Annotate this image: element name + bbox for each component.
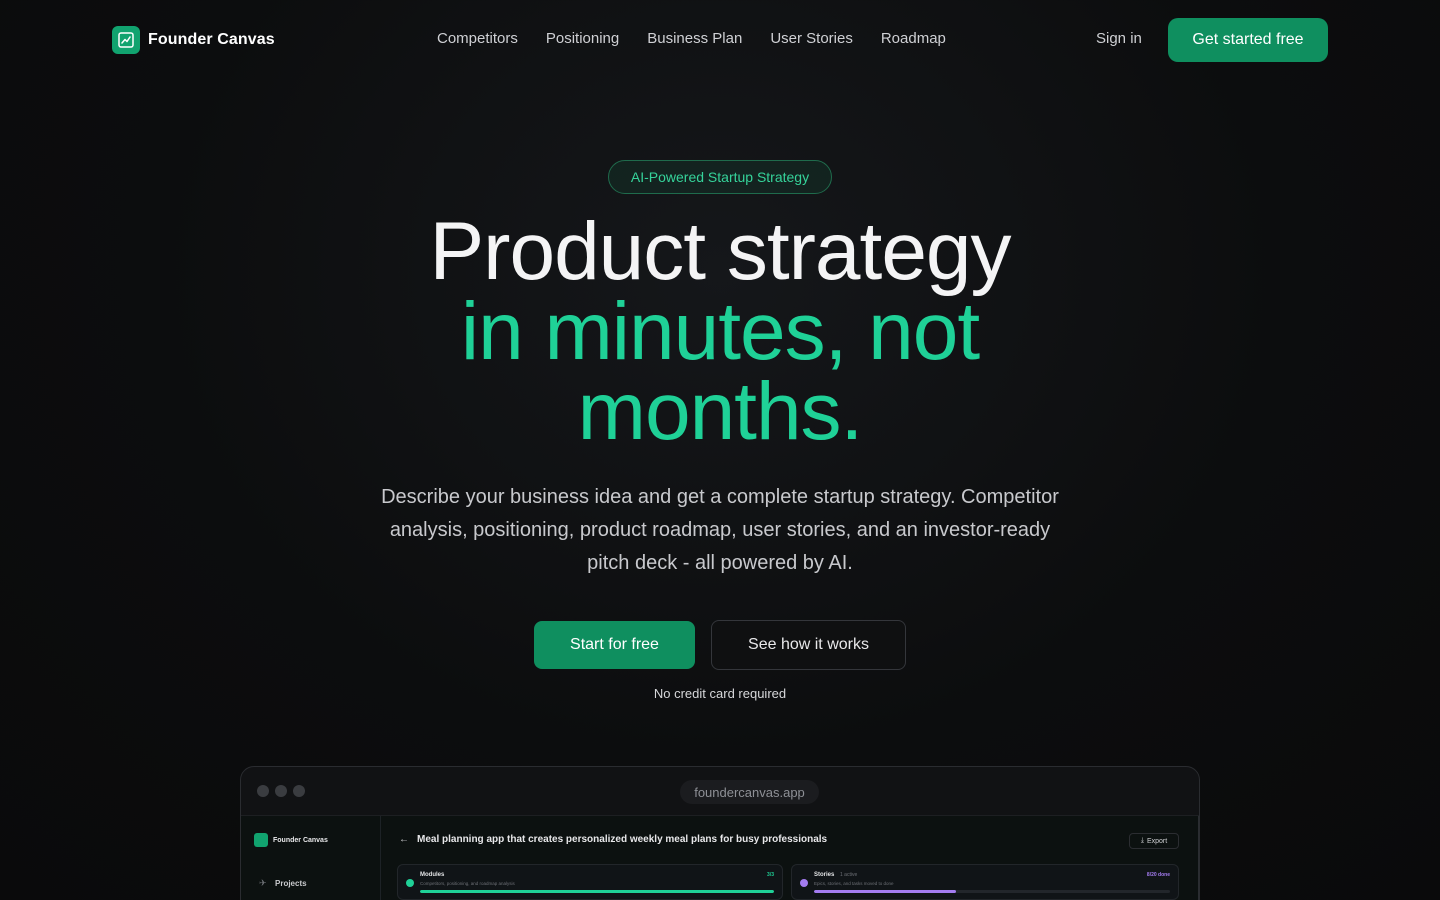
preview-card-stories: Stories 1 active Epics, stories, and tas… <box>791 864 1179 900</box>
brand-name: Founder Canvas <box>148 31 275 48</box>
progress-bar <box>420 890 774 893</box>
progress-fill <box>420 890 774 893</box>
preview-sidebar-item-projects: ✈ Projects <box>259 878 307 888</box>
preview-title-row: ← Meal planning app that creates persona… <box>399 834 827 845</box>
chart-line-icon <box>254 833 268 847</box>
card-title: Modules <box>420 872 445 878</box>
rocket-icon: ✈ <box>259 878 267 888</box>
brand[interactable]: Founder Canvas <box>112 26 275 54</box>
card-meta: 1 active <box>840 872 858 878</box>
preview-export-button: ⤓ Export <box>1129 833 1179 849</box>
window-dot-icon <box>293 785 305 797</box>
window-dot-icon <box>275 785 287 797</box>
no-credit-card-note: No credit card required <box>653 686 787 701</box>
preview-brand: Founder Canvas <box>254 833 328 847</box>
nav-links: Competitors Positioning Business Plan Us… <box>437 30 946 47</box>
card-title: Stories <box>814 872 835 878</box>
nav-link-business-plan[interactable]: Business Plan <box>647 30 742 47</box>
app-preview-window: foundercanvas.app Founder Canvas ✈ Proje… <box>240 766 1200 900</box>
card-subtitle: Competitors, positioning, and roadmap an… <box>420 881 515 886</box>
scrollbar[interactable] <box>1198 816 1199 900</box>
hero-badge: AI-Powered Startup Strategy <box>608 160 832 194</box>
url-bar: foundercanvas.app <box>680 780 819 804</box>
nav-link-positioning[interactable]: Positioning <box>546 30 619 47</box>
download-icon: ⤓ <box>1140 837 1144 844</box>
top-nav: Founder Canvas Competitors Positioning B… <box>0 0 1440 80</box>
stories-status-icon <box>800 879 808 887</box>
progress-fill <box>814 890 957 893</box>
hero-headline: Product strategy in minutes, not months. <box>320 206 1120 457</box>
card-count: 3/3 <box>767 872 774 878</box>
headline-line-1: Product strategy <box>429 206 1011 297</box>
progress-bar <box>814 890 1170 893</box>
preview-main: ← Meal planning app that creates persona… <box>381 816 1199 900</box>
preview-sidebar: Founder Canvas ✈ Projects <box>241 816 381 900</box>
preview-card-modules: Modules Competitors, positioning, and ro… <box>397 864 783 900</box>
get-started-button[interactable]: Get started free <box>1168 18 1328 62</box>
see-how-it-works-button[interactable]: See how it works <box>711 620 906 670</box>
nav-link-user-stories[interactable]: User Stories <box>770 30 853 47</box>
card-count: 8/20 done <box>1146 872 1170 878</box>
preview-brand-name: Founder Canvas <box>273 836 328 844</box>
hero-subtitle: Describe your business idea and get a co… <box>381 486 1059 574</box>
window-dot-icon <box>257 785 269 797</box>
nav-link-roadmap[interactable]: Roadmap <box>881 30 946 47</box>
nav-link-competitors[interactable]: Competitors <box>437 30 518 47</box>
arrow-left-icon: ← <box>399 834 409 845</box>
preview-project-title: Meal planning app that creates personali… <box>417 834 828 845</box>
module-status-icon <box>406 879 414 887</box>
sign-in-link[interactable]: Sign in <box>1096 30 1142 47</box>
card-subtitle: Epics, stories, and tasks moved to done <box>814 881 894 886</box>
chart-line-icon <box>112 26 140 54</box>
window-controls <box>257 785 305 797</box>
app-screenshot: Founder Canvas ✈ Projects ← Meal plannin… <box>241 815 1199 900</box>
start-for-free-button[interactable]: Start for free <box>534 621 695 669</box>
preview-export-label: Export <box>1146 837 1168 845</box>
preview-projects-label: Projects <box>275 878 307 888</box>
headline-line-2: in minutes, not months. <box>460 286 980 457</box>
